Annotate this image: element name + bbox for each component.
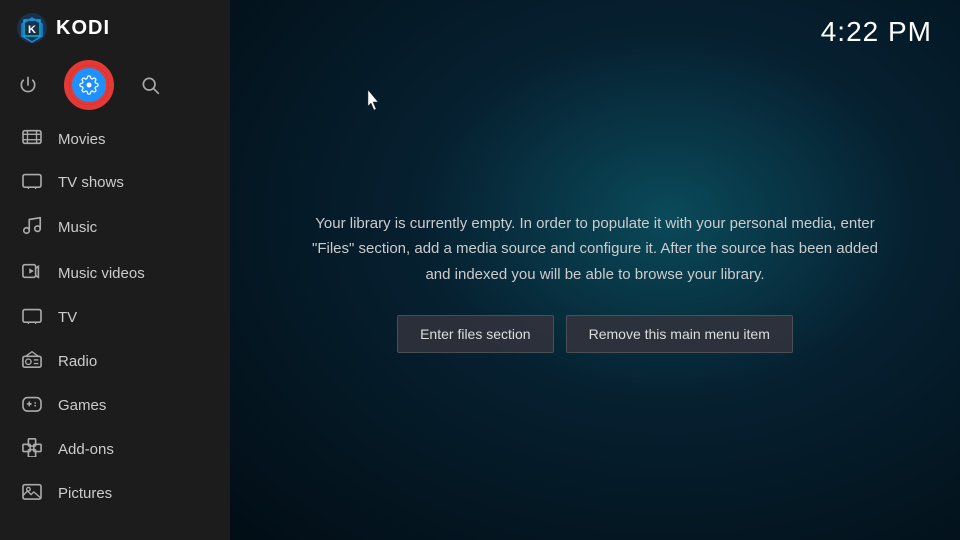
search-icon	[140, 75, 160, 95]
power-icon	[18, 75, 38, 95]
app-title: KODI	[56, 17, 110, 40]
sidebar: K KODI	[0, 0, 230, 540]
sidebar-item-tv[interactable]: TV	[0, 296, 230, 339]
sidebar-item-radio[interactable]: Radio	[0, 339, 230, 384]
search-button[interactable]	[130, 65, 170, 105]
add-ons-icon	[20, 437, 44, 462]
sidebar-header: K KODI	[0, 0, 230, 56]
sidebar-item-games[interactable]: Games	[0, 384, 230, 427]
sidebar-nav: Movies TV shows	[0, 118, 230, 515]
music-icon	[20, 214, 44, 241]
sidebar-item-pictures[interactable]: Pictures	[0, 472, 230, 515]
movies-icon	[20, 128, 44, 151]
sidebar-item-add-ons-label: Add-ons	[58, 441, 114, 458]
sidebar-item-music-videos-label: Music videos	[58, 265, 145, 282]
sidebar-item-movies-label: Movies	[58, 131, 106, 148]
sidebar-item-tv-shows[interactable]: TV shows	[0, 161, 230, 204]
sidebar-icons-row	[0, 56, 230, 118]
sidebar-item-radio-label: Radio	[58, 353, 97, 370]
sidebar-item-movies[interactable]: Movies	[0, 118, 230, 161]
content-center: Your library is currently empty. In orde…	[230, 64, 960, 540]
settings-button[interactable]	[69, 65, 109, 105]
tv-shows-icon	[20, 171, 44, 194]
top-bar: 4:22 PM	[230, 0, 960, 64]
games-icon	[20, 394, 44, 417]
library-message: Your library is currently empty. In orde…	[310, 211, 880, 288]
pictures-icon	[20, 482, 44, 505]
clock-display: 4:22 PM	[821, 16, 932, 48]
sidebar-item-tv-label: TV	[58, 309, 77, 326]
settings-icon	[79, 75, 99, 95]
kodi-logo-icon: K	[16, 12, 48, 44]
sidebar-item-music[interactable]: Music	[0, 204, 230, 251]
sidebar-item-games-label: Games	[58, 397, 106, 414]
tv-icon	[20, 306, 44, 329]
sidebar-item-music-videos[interactable]: Music videos	[0, 251, 230, 296]
music-videos-icon	[20, 261, 44, 286]
sidebar-item-tv-shows-label: TV shows	[58, 174, 124, 191]
main-content: 4:22 PM Your library is currently empty.…	[230, 0, 960, 540]
sidebar-item-add-ons[interactable]: Add-ons	[0, 427, 230, 472]
remove-menu-item-button[interactable]: Remove this main menu item	[566, 315, 793, 353]
power-button[interactable]	[8, 65, 48, 105]
settings-button-wrapper	[64, 60, 114, 110]
enter-files-section-button[interactable]: Enter files section	[397, 315, 554, 353]
radio-icon	[20, 349, 44, 374]
sidebar-item-music-label: Music	[58, 219, 97, 236]
sidebar-item-pictures-label: Pictures	[58, 485, 112, 502]
action-buttons: Enter files section Remove this main men…	[397, 315, 793, 353]
svg-text:K: K	[28, 24, 36, 36]
kodi-logo: K KODI	[16, 12, 110, 44]
